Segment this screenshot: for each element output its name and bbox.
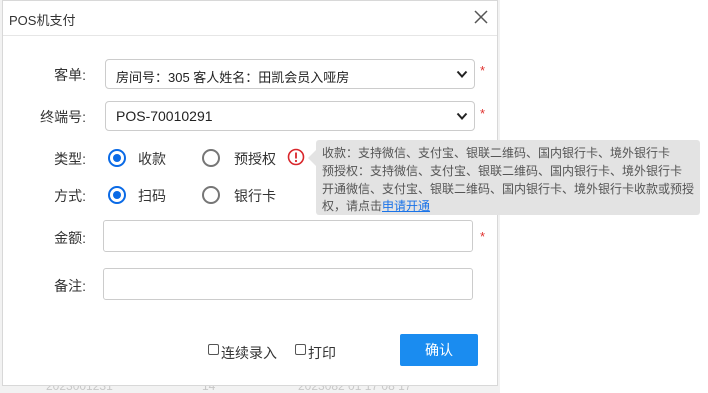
order-select[interactable]: 房间号：305 客人姓名：田凯会员入哑房	[105, 59, 475, 89]
required-mark: *	[480, 229, 486, 244]
tooltip-line: 收款：支持微信、支付宝、银联二维码、国内银行卡、境外银行卡	[322, 146, 671, 160]
confirm-button[interactable]: 确认	[400, 334, 478, 366]
tooltip-line: 权，请点击申请开通	[322, 197, 430, 214]
amount-label: 金额:	[54, 230, 86, 246]
terminal-select[interactable]: POS-70010291	[105, 101, 475, 131]
tooltip-line-text: 权，请点击	[322, 199, 383, 213]
method-scan-radio[interactable]	[108, 186, 126, 204]
type-collect-radio[interactable]	[108, 149, 126, 167]
method-label: 方式:	[54, 188, 86, 204]
type-preauth-label[interactable]: 预授权	[234, 149, 276, 169]
remark-input[interactable]	[103, 268, 473, 300]
continuous-entry-label[interactable]: 连续录入	[221, 343, 277, 363]
order-select-value: 房间号：305 客人姓名：田凯会员入哑房	[116, 70, 350, 85]
type-label: 类型:	[54, 151, 86, 167]
chevron-down-icon	[456, 112, 468, 120]
apply-open-link[interactable]: 申请开通	[382, 199, 430, 213]
required-mark: *	[480, 106, 486, 121]
required-mark: *	[480, 63, 486, 78]
method-scan-label[interactable]: 扫码	[138, 186, 166, 206]
close-icon[interactable]	[471, 7, 491, 27]
info-tooltip: 收款：支持微信、支付宝、银联二维码、国内银行卡、境外银行卡 预授权：支持微信、支…	[308, 140, 700, 215]
continuous-entry-checkbox[interactable]	[208, 344, 219, 355]
alert-icon[interactable]	[287, 148, 305, 166]
dialog-titlebar: POS机支付	[3, 1, 497, 36]
terminal-select-value: POS-70010291	[116, 108, 213, 124]
remark-label: 备注:	[54, 278, 86, 294]
chevron-down-icon	[456, 70, 468, 78]
print-label[interactable]: 打印	[308, 343, 336, 363]
method-bankcard-radio[interactable]	[202, 186, 220, 204]
order-label: 客单:	[54, 67, 86, 83]
amount-input[interactable]	[103, 220, 473, 252]
type-preauth-radio[interactable]	[202, 149, 220, 167]
type-collect-label[interactable]: 收款	[138, 149, 166, 169]
tooltip-line: 预授权：支持微信、支付宝、银联二维码、国内银行卡、境外银行卡	[322, 164, 683, 178]
dialog-title: POS机支付	[9, 13, 76, 28]
tooltip-line: 开通微信、支付宝、银联二维码、国内银行卡、境外银行卡收款或预授	[322, 182, 695, 196]
terminal-label: 终端号:	[40, 109, 86, 125]
method-bankcard-label[interactable]: 银行卡	[234, 186, 276, 206]
print-checkbox[interactable]	[295, 344, 306, 355]
